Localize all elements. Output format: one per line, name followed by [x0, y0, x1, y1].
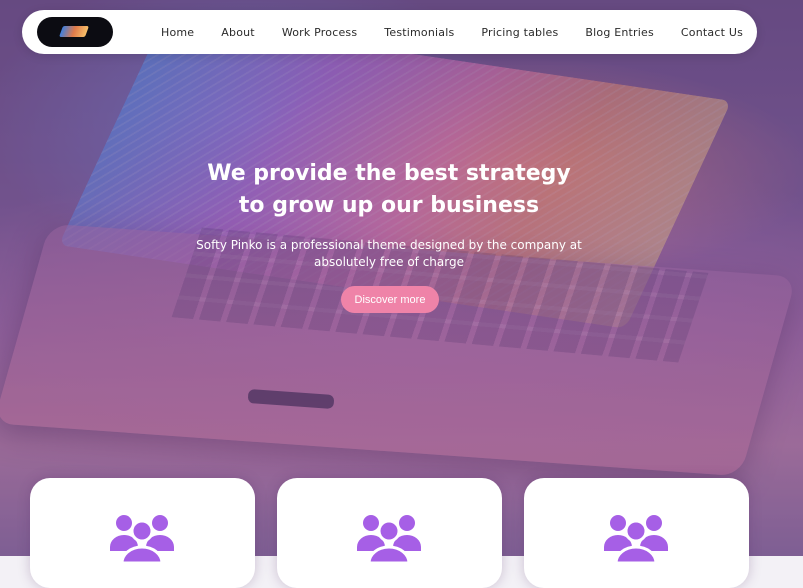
- hero-subtitle: Softy Pinko is a professional theme desi…: [0, 237, 778, 271]
- nav-link-contact-us[interactable]: Contact Us: [681, 26, 743, 39]
- nav-link-blog-entries[interactable]: Blog Entries: [585, 26, 654, 39]
- nav-link-pricing-tables[interactable]: Pricing tables: [481, 26, 558, 39]
- hero-subtitle-line-2: absolutely free of charge: [314, 255, 464, 269]
- feature-card[interactable]: [30, 478, 255, 588]
- hero-background: [0, 0, 803, 556]
- logo-laptop-icon: [58, 26, 90, 37]
- users-icon: [604, 515, 668, 563]
- feature-card[interactable]: [524, 478, 749, 588]
- users-icon: [357, 515, 421, 563]
- nav-link-home[interactable]: Home: [161, 26, 194, 39]
- nav-link-work-process[interactable]: Work Process: [282, 26, 357, 39]
- feature-card[interactable]: [277, 478, 502, 588]
- nav-links: Home About Work Process Testimonials Pri…: [134, 10, 743, 54]
- hero-subtitle-line-1: Softy Pinko is a professional theme desi…: [196, 238, 582, 252]
- hero-title-line-1: We provide the best strategy: [207, 161, 571, 186]
- hero-title: We provide the best strategy to grow up …: [0, 158, 778, 222]
- logo[interactable]: [37, 17, 113, 47]
- discover-more-button[interactable]: Discover more: [341, 286, 439, 313]
- hero-overlay: [0, 0, 803, 556]
- users-icon: [110, 515, 174, 563]
- nav-link-about[interactable]: About: [221, 26, 255, 39]
- top-navbar: Home About Work Process Testimonials Pri…: [22, 10, 757, 54]
- nav-link-testimonials[interactable]: Testimonials: [384, 26, 454, 39]
- hero-title-line-2: to grow up our business: [238, 193, 540, 218]
